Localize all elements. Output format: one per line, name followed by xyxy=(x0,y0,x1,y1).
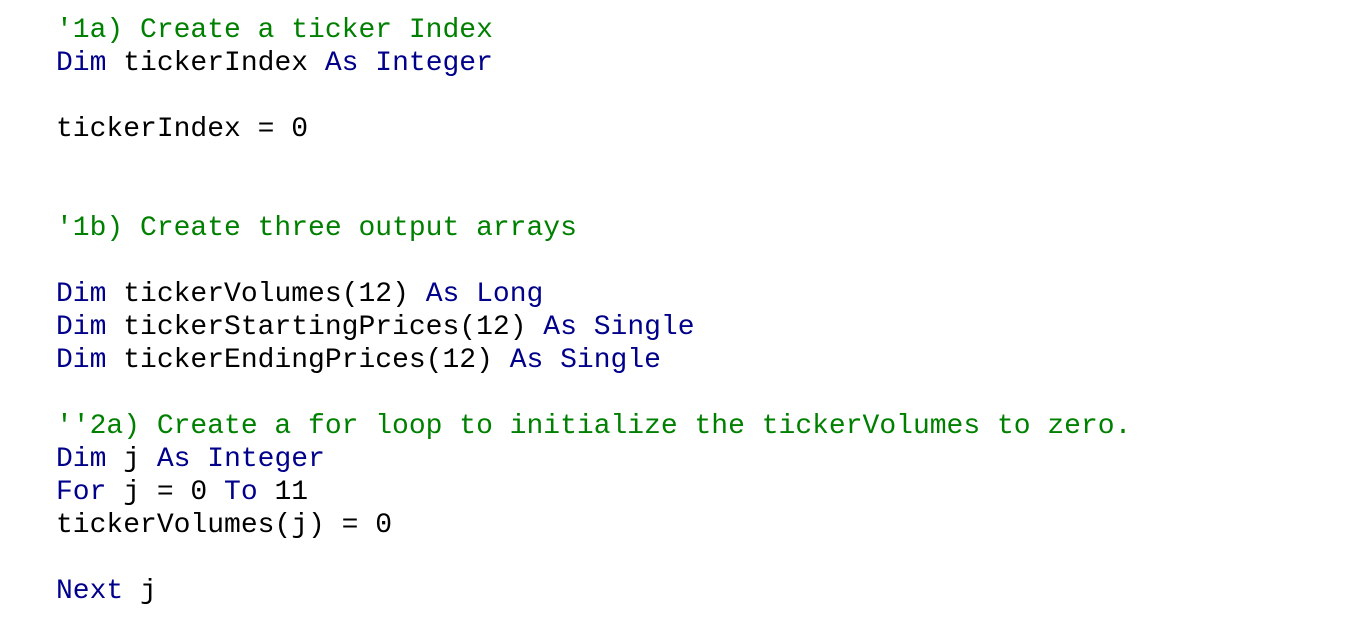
code-keyword: As xyxy=(543,312,577,343)
code-comment: ''2a) Create a for loop to initialize th… xyxy=(56,411,1132,442)
code-text: tickerIndex = 0 xyxy=(56,114,309,145)
code-line: Dim j As Integer xyxy=(56,443,1131,476)
code-text: tickerVolumes(12) xyxy=(106,279,426,310)
code-text: j xyxy=(106,444,157,475)
code-line: Dim tickerEndingPrices(12) As Single xyxy=(56,344,1131,377)
code-keyword: To xyxy=(224,477,258,508)
code-text: j xyxy=(123,576,157,607)
code-keyword: As xyxy=(509,345,544,376)
code-keyword: As xyxy=(324,48,359,79)
code-line: '1b) Create three output arrays xyxy=(56,212,1131,245)
code-keyword: Integer xyxy=(207,444,325,475)
code-text: j = 0 xyxy=(106,477,225,508)
code-keyword: Dim xyxy=(56,48,107,79)
code-text: tickerVolumes(j) = 0 xyxy=(56,510,393,541)
code-keyword: Integer xyxy=(375,48,493,79)
code-text: 11 xyxy=(257,477,309,508)
code-line: Dim tickerIndex As Integer xyxy=(56,47,1131,80)
code-keyword: As xyxy=(425,279,460,310)
code-line: Dim tickerStartingPrices(12) As Single xyxy=(56,311,1131,344)
code-keyword: Single xyxy=(560,345,661,376)
code-line: Next j xyxy=(56,575,1131,608)
code-text: tickerEndingPrices(12) xyxy=(106,345,510,376)
code-line: Dim tickerVolumes(12) As Long xyxy=(56,278,1131,311)
code-view: '1a) Create a ticker Index Dim tickerInde… xyxy=(56,14,1131,608)
code-line: tickerIndex = 0 xyxy=(56,113,1131,146)
code-comment: '1a) Create a ticker Index xyxy=(56,15,493,46)
code-keyword: Single xyxy=(593,312,695,343)
code-keyword: For xyxy=(56,477,107,508)
code-line: For j = 0 To 11 xyxy=(56,476,1131,509)
code-keyword: Dim xyxy=(56,444,107,475)
code-line: ''2a) Create a for loop to initialize th… xyxy=(56,410,1131,443)
code-comment: '1b) Create three output arrays xyxy=(56,213,577,244)
code-keyword: As xyxy=(156,444,191,475)
code-keyword: Dim xyxy=(56,312,107,343)
code-text: tickerStartingPrices(12) xyxy=(106,312,544,343)
code-keyword: Next xyxy=(56,576,124,607)
code-keyword: Long xyxy=(476,279,544,310)
code-line: tickerVolumes(j) = 0 xyxy=(56,509,1131,542)
code-keyword: Dim xyxy=(56,279,107,310)
code-text: tickerIndex xyxy=(106,48,325,79)
code-line: '1a) Create a ticker Index xyxy=(56,14,1131,47)
code-keyword: Dim xyxy=(56,345,107,376)
